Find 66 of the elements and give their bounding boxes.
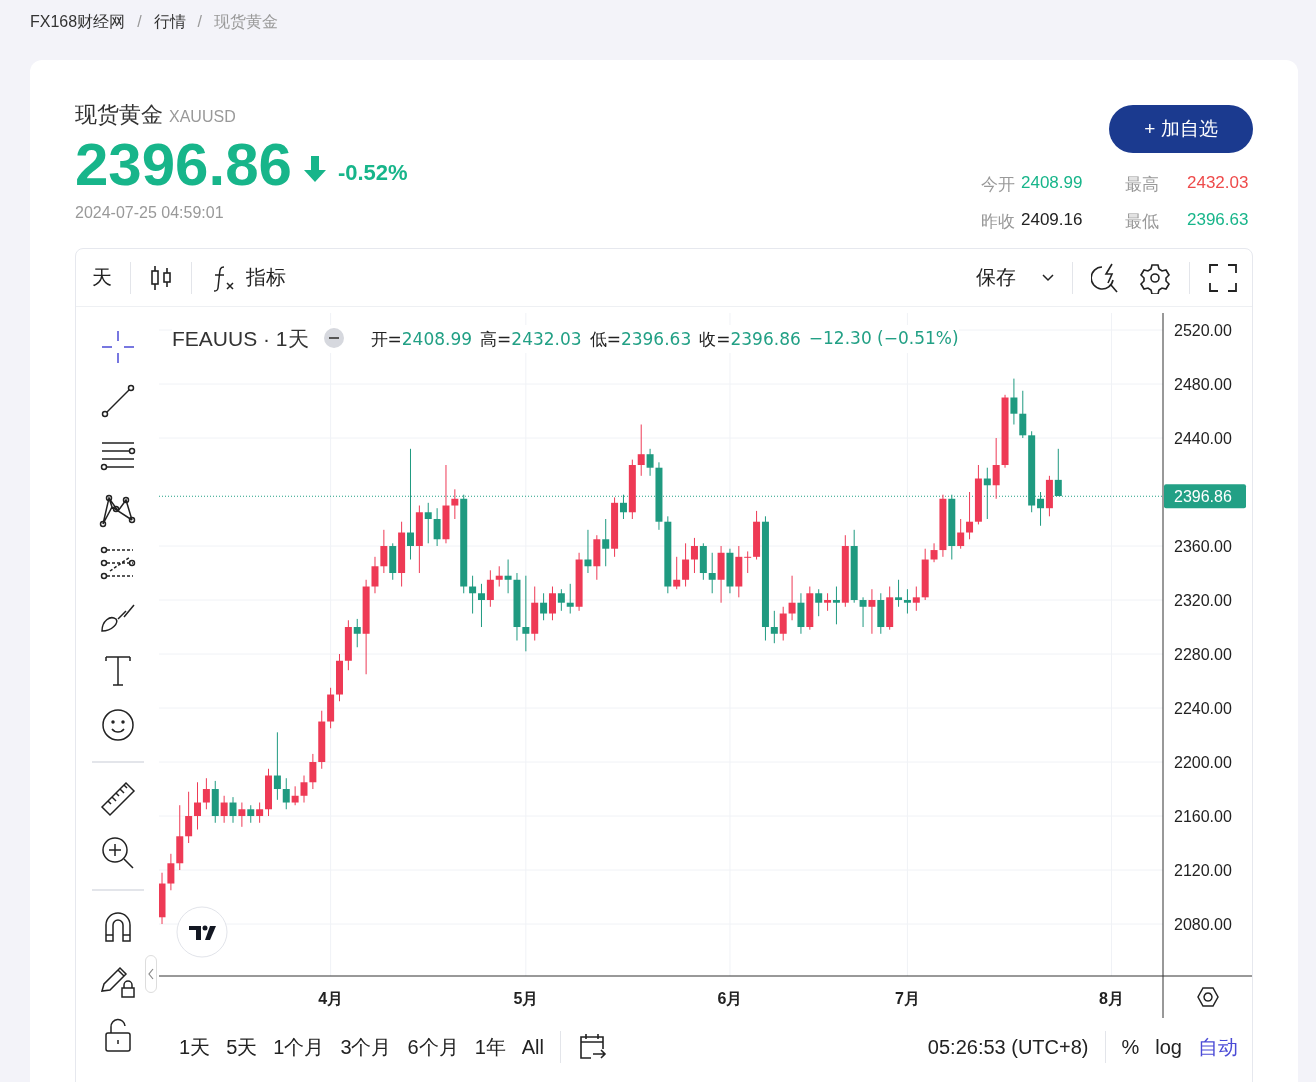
stat-value: 2408.99: [1021, 173, 1084, 194]
stat-label: 昨收: [981, 211, 1016, 233]
ohlc-value: 收=2396.86: [699, 327, 801, 351]
current-price-label: 2396.86: [1164, 484, 1246, 509]
arrow-down-icon: [303, 156, 326, 182]
last-price: 2396.86: [75, 132, 292, 198]
scale-option[interactable]: %: [1121, 1035, 1140, 1059]
price-axis-label: 2080.00: [1174, 916, 1232, 933]
price-axis-label: 2480.00: [1174, 376, 1232, 393]
price-axis-label: 2520.00: [1174, 322, 1232, 339]
alert-icon[interactable]: [1091, 261, 1121, 294]
time-axis-label: 5月: [513, 990, 539, 1007]
interval-button[interactable]: 天: [92, 264, 112, 291]
save-button[interactable]: 保存: [976, 264, 1016, 291]
series-title: FEAUUS · 1天: [172, 326, 309, 352]
axis-settings-icon[interactable]: [1197, 987, 1219, 1007]
price-axis-label: 2320.00: [1174, 592, 1232, 609]
stat-label: 今开: [981, 174, 1016, 196]
ohlc-value: 低=2396.63: [589, 327, 692, 351]
change-value: −12.30 (−0.51%): [808, 327, 959, 350]
ref-line-label: 2396.86: [1174, 488, 1232, 506]
ohlc-value: 开=2408.99: [370, 327, 473, 351]
stat-value: 2409.16: [1021, 210, 1084, 231]
settings-icon[interactable]: [1139, 261, 1171, 294]
quote-time: 2024-07-25 04:59:01: [75, 204, 225, 222]
stat-value: 2396.63: [1187, 210, 1250, 231]
chevron-down-icon[interactable]: [1042, 273, 1054, 282]
stat-label: 最低: [1125, 211, 1160, 233]
timeframe-button[interactable]: 3个月: [340, 1033, 392, 1061]
collapse-handle[interactable]: [145, 955, 157, 993]
price-axis-label: 2280.00: [1174, 646, 1232, 663]
instrument-name: 现货黄金: [75, 101, 163, 129]
scale-option[interactable]: 自动: [1198, 1033, 1238, 1061]
price-axis-label: 2200.00: [1174, 754, 1232, 771]
calendar-arrow-icon[interactable]: [577, 1032, 607, 1062]
stat-value: 2432.03: [1187, 173, 1250, 194]
clock-time: 05:26:53 (UTC+8): [927, 1035, 1089, 1059]
time-axis-label: 8月: [1099, 990, 1124, 1007]
breadcrumb-separator: /: [137, 13, 142, 31]
time-axis-label: 7月: [895, 990, 920, 1007]
price-axis-label: 2360.00: [1174, 538, 1232, 555]
logo-icon: [176, 906, 228, 958]
price-axis-label: 2160.00: [1174, 808, 1232, 825]
indicators-button[interactable]: 指标: [210, 263, 286, 292]
breadcrumb-link[interactable]: 行情: [153, 11, 186, 33]
price-change: -0.52%: [337, 160, 408, 186]
timeframe-button[interactable]: 6个月: [407, 1033, 459, 1061]
timeframe-button[interactable]: 1年: [474, 1033, 506, 1061]
scale-option[interactable]: log: [1155, 1035, 1182, 1059]
price-axis-label: 2440.00: [1174, 430, 1232, 447]
timeframe-button[interactable]: 5天: [226, 1033, 258, 1061]
time-axis-label: 4月: [318, 990, 344, 1007]
timeframe-button[interactable]: 1天: [179, 1033, 211, 1061]
stat-label: 最高: [1125, 174, 1160, 196]
candles-icon[interactable]: [149, 263, 173, 292]
time-axis-label: 6月: [717, 990, 743, 1007]
price-axis-label: 2240.00: [1174, 700, 1232, 717]
timeframe-button[interactable]: All: [521, 1035, 544, 1059]
breadcrumb-separator: /: [197, 13, 203, 31]
fullscreen-icon[interactable]: [1208, 262, 1238, 293]
ohlc-value: 高=2432.03: [480, 327, 582, 351]
price-axis-label: 2120.00: [1174, 862, 1232, 879]
add-watchlist-button[interactable]: + 加自选: [1109, 105, 1253, 153]
instrument-symbol: XAUUSD: [169, 108, 236, 126]
timeframe-button[interactable]: 1个月: [273, 1033, 325, 1061]
breadcrumb-link[interactable]: FX168财经网: [30, 11, 126, 33]
